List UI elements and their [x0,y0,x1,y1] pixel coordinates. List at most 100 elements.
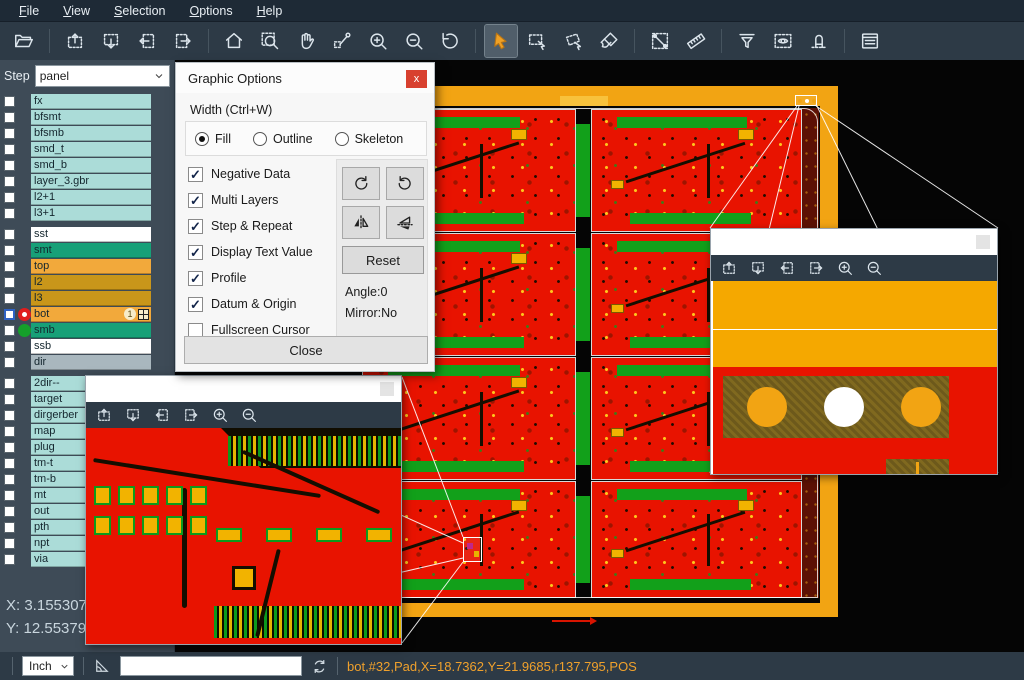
layer-grid-icon[interactable] [138,309,149,320]
toolbar-select-group-button[interactable] [557,25,589,57]
magnifier-pan-view-up-button[interactable] [719,258,739,278]
layer-visibility-checkbox[interactable] [4,229,15,240]
menu-options[interactable]: Options [178,2,243,20]
toolbar-zoom-out-button[interactable] [398,25,430,57]
layer-name-cell[interactable]: sst [31,227,151,242]
toolbar-zoom-window-button[interactable] [254,25,286,57]
layer-visibility-checkbox[interactable] [4,325,15,336]
layer-visibility-checkbox[interactable] [4,538,15,549]
layer-visibility-checkbox[interactable] [4,490,15,501]
toolbar-pan-view-left-button[interactable] [131,25,163,57]
toolbar-ruler-button[interactable] [680,25,712,57]
option-profile[interactable]: ✓Profile [188,265,313,291]
toolbar-open-folder-button[interactable] [8,25,40,57]
magnifier2-window-button[interactable] [976,235,990,249]
layer-name-cell[interactable]: layer_3.gbr [31,174,151,189]
layer-name-cell[interactable]: bot1 [31,307,151,322]
toolbar-select-rect-button[interactable] [521,25,553,57]
toolbar-zoom-in-button[interactable] [362,25,394,57]
layer-visibility-checkbox[interactable] [4,160,15,171]
width-radio-outline[interactable]: Outline [253,132,313,146]
layer-visibility-checkbox[interactable] [4,554,15,565]
magnifier2-view[interactable] [711,281,997,474]
layer-name-cell[interactable]: ssb [31,339,151,354]
toolbar-select-cursor-button[interactable] [485,25,517,57]
toolbar-pan-hand-button[interactable] [290,25,322,57]
layer-name-cell[interactable]: l3+1 [31,206,151,221]
rotate-cw-button[interactable] [342,167,380,200]
toolbar-layers-panel-button[interactable] [854,25,886,57]
layer-visibility-checkbox[interactable] [4,208,15,219]
layer-name-cell[interactable]: l3 [31,291,151,306]
dialog-close-action-button[interactable]: Close [184,336,428,364]
toolbar-snap-magnet-button[interactable] [803,25,835,57]
layer-visibility-checkbox[interactable] [4,442,15,453]
layer-visibility-checkbox[interactable] [4,458,15,469]
layer-visibility-checkbox[interactable] [4,277,15,288]
toolbar-home-view-button[interactable] [218,25,250,57]
layer-visibility-checkbox[interactable] [4,506,15,517]
magnifier-pan-view-left-button[interactable] [152,405,172,425]
toolbar-filter-button[interactable] [731,25,763,57]
option-step-repeat[interactable]: ✓Step & Repeat [188,213,313,239]
dialog-close-button[interactable]: x [406,70,427,88]
toolbar-zoom-previous-button[interactable] [434,25,466,57]
magnifier2-titlebar[interactable] [711,229,997,255]
menu-view[interactable]: View [52,2,101,20]
magnifier-zoom-in-button[interactable] [835,258,855,278]
mirror-vertical-button[interactable] [386,206,424,239]
layer-name-cell[interactable]: l2 [31,275,151,290]
magnifier-zoom-out-button[interactable] [239,405,259,425]
magnifier-pan-view-down-button[interactable] [123,405,143,425]
toolbar-pan-view-right-button[interactable] [167,25,199,57]
menu-file[interactable]: File [8,2,50,20]
layer-name-cell[interactable]: smt [31,243,151,258]
layer-visibility-checkbox[interactable] [4,474,15,485]
layer-name-cell[interactable]: bfsmb [31,126,151,141]
magnifier-pan-view-right-button[interactable] [181,405,201,425]
layer-visibility-checkbox[interactable] [4,293,15,304]
layer-visibility-checkbox[interactable] [4,357,15,368]
menu-help[interactable]: Help [246,2,294,20]
layer-visibility-checkbox[interactable] [4,309,15,320]
layer-name-cell[interactable]: smb [31,323,151,338]
magnifier1-window-button[interactable] [380,382,394,396]
layer-visibility-checkbox[interactable] [4,245,15,256]
option-negative-data[interactable]: ✓Negative Data [188,161,313,187]
step-select[interactable]: panel [35,65,170,87]
layer-visibility-checkbox[interactable] [4,112,15,123]
width-radio-fill[interactable]: Fill [195,132,231,146]
option-display-text-value[interactable]: ✓Display Text Value [188,239,313,265]
rotate-ccw-button[interactable] [386,167,424,200]
command-input[interactable] [120,656,302,676]
toolbar-view-area-button[interactable] [767,25,799,57]
width-radio-skeleton[interactable]: Skeleton [335,132,404,146]
toolbar-pan-view-up-button[interactable] [59,25,91,57]
option-datum-origin[interactable]: ✓Datum & Origin [188,291,313,317]
layer-name-cell[interactable]: smd_b [31,158,151,173]
layer-visibility-checkbox[interactable] [4,192,15,203]
layer-visibility-checkbox[interactable] [4,144,15,155]
magnifier-zoom-in-button[interactable] [210,405,230,425]
layer-name-cell[interactable]: top [31,259,151,274]
layer-name-cell[interactable]: fx [31,94,151,109]
toolbar-measure-distance-button[interactable] [644,25,676,57]
layer-visibility-checkbox[interactable] [4,176,15,187]
layer-visibility-checkbox[interactable] [4,522,15,533]
refresh-icon[interactable] [311,658,328,675]
layer-visibility-checkbox[interactable] [4,410,15,421]
reset-button[interactable]: Reset [342,246,424,274]
layer-visibility-checkbox[interactable] [4,128,15,139]
magnifier1-titlebar[interactable] [86,376,401,402]
magnifier1-view[interactable] [86,428,401,644]
layer-name-cell[interactable]: dir [31,355,151,370]
toolbar-pan-view-down-button[interactable] [95,25,127,57]
toolbar-edit-nodes-button[interactable] [326,25,358,57]
option-multi-layers[interactable]: ✓Multi Layers [188,187,313,213]
magnifier-zoom-out-button[interactable] [864,258,884,278]
layer-visibility-checkbox[interactable] [4,341,15,352]
layer-visibility-checkbox[interactable] [4,426,15,437]
layer-name-cell[interactable]: smd_t [31,142,151,157]
mirror-horizontal-button[interactable] [342,206,380,239]
magnifier-pan-view-right-button[interactable] [806,258,826,278]
